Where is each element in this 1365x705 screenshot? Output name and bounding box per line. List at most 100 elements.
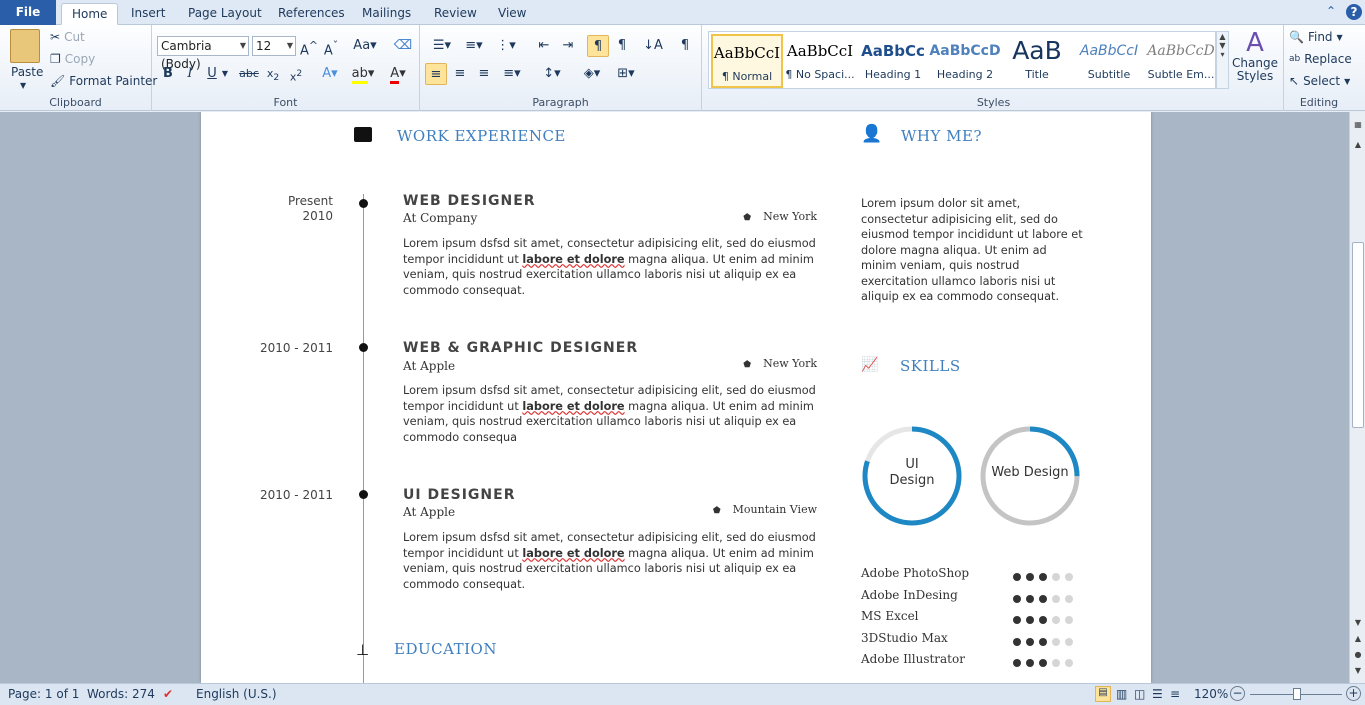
map-pin-icon: ⬟ (743, 213, 752, 223)
paste-button[interactable]: Paste (11, 65, 43, 79)
clear-formatting-button[interactable]: ⌫ (392, 35, 414, 57)
why-me-heading: WHY ME? (901, 127, 983, 145)
font-size-select[interactable]: 12 ▼ (252, 36, 296, 56)
italic-button[interactable]: I (182, 63, 198, 85)
scroll-thumb[interactable] (1352, 242, 1364, 428)
bold-button[interactable]: B (160, 63, 176, 85)
cut-button[interactable]: ✂ Cut (50, 30, 85, 44)
format-painter-button[interactable]: 🖌 Format Painter (50, 74, 157, 88)
underline-button[interactable]: U (204, 63, 220, 85)
style-subtle-emphasis[interactable]: AaBbCcD Subtle Em... (1145, 34, 1217, 88)
highlight-color-button[interactable]: ab▾ (349, 63, 377, 85)
skill-rating (1013, 637, 1073, 646)
rtl-direction-button[interactable]: ¶ (612, 35, 632, 57)
style-name: ¶ Normal (721, 70, 773, 83)
decrease-indent-button[interactable]: ⇤ (534, 35, 554, 57)
style-subtitle[interactable]: AaBbCcI Subtitle (1073, 34, 1145, 88)
show-formatting-button[interactable]: ¶ (675, 35, 695, 57)
shading-button[interactable]: ◈▾ (578, 63, 606, 85)
job-date-range: 2010 - 2011 (259, 488, 333, 502)
align-left-button[interactable]: ≡ (425, 63, 447, 85)
tab-home[interactable]: Home (61, 3, 119, 25)
change-case-button[interactable]: Aa▾ (352, 35, 378, 57)
strikethrough-button[interactable]: abc (238, 63, 260, 85)
help-icon[interactable]: ? (1346, 4, 1362, 20)
map-pin-icon: ⬟ (743, 360, 752, 370)
borders-button[interactable]: ⊞▾ (612, 63, 640, 85)
tab-mailings[interactable]: Mailings (352, 3, 421, 25)
outline-view-icon[interactable]: ☰ (1152, 687, 1163, 701)
ruler-toggle-icon[interactable]: ▦ (1350, 120, 1365, 129)
previous-page-icon[interactable]: ▲ (1350, 634, 1365, 643)
replace-button[interactable]: ab Replace (1289, 52, 1352, 66)
proofing-icon[interactable]: ✔ (163, 687, 173, 701)
brush-icon: 🖌 (50, 74, 66, 88)
draft-view-icon[interactable]: ≡ (1170, 687, 1180, 701)
tab-file[interactable]: File (0, 0, 56, 25)
style-preview: AaBbCc (861, 42, 925, 60)
education-heading: EDUCATION (394, 640, 497, 658)
status-bar: Page: 1 of 1 Words: 274 ✔ English (U.S.)… (0, 683, 1365, 705)
select-button[interactable]: ↖ Select ▼ (1289, 74, 1350, 88)
tab-view[interactable]: View (488, 3, 536, 25)
text-effects-button[interactable]: A▾ (318, 63, 342, 85)
align-right-button[interactable]: ≡ (474, 63, 494, 85)
vertical-scrollbar[interactable]: ▦ ▲ ▼ ▲ ● ▼ (1349, 112, 1365, 683)
style-heading-1[interactable]: AaBbCc Heading 1 (857, 34, 929, 88)
tab-review[interactable]: Review (424, 3, 487, 25)
document-page[interactable]: WORK EXPERIENCE 👤 WHY ME? Present 2010 W… (201, 112, 1151, 683)
font-family-select[interactable]: Cambria (Body) ▼ (157, 36, 249, 71)
shrink-font-button[interactable]: Aˇ (322, 35, 340, 58)
styles-gallery-scroll[interactable]: ▲ ▼ ▾ (1216, 31, 1229, 89)
style-heading-2[interactable]: AaBbCcD Heading 2 (929, 34, 1001, 88)
rating-dot-filled (1013, 594, 1021, 603)
paste-dropdown-icon[interactable]: ▼ (20, 81, 26, 90)
skill-rating (1013, 659, 1073, 667)
sort-button[interactable]: ↓A (642, 35, 664, 57)
tab-page-layout[interactable]: Page Layout (178, 3, 272, 25)
align-center-button[interactable]: ≡ (450, 63, 470, 85)
print-layout-view-icon[interactable]: ▤ (1095, 686, 1111, 702)
numbering-button[interactable]: ≡▾ (460, 35, 488, 57)
scroll-down-icon[interactable]: ▼ (1350, 618, 1365, 627)
tab-references[interactable]: References (268, 3, 355, 25)
timeline-dot (359, 490, 368, 499)
ltr-direction-button[interactable]: ¶ (587, 35, 609, 57)
increase-indent-button[interactable]: ⇥ (558, 35, 578, 57)
page-count[interactable]: Page: 1 of 1 (8, 687, 79, 701)
scroll-up-icon[interactable]: ▲ (1350, 140, 1365, 149)
style-normal[interactable]: AaBbCcI ¶ Normal (711, 34, 783, 88)
multilevel-list-button[interactable]: ⋮▾ (492, 35, 520, 57)
next-page-icon[interactable]: ▼ (1350, 666, 1365, 675)
bullets-button[interactable]: ☰▾ (428, 35, 456, 57)
word-count[interactable]: Words: 274 (87, 687, 155, 701)
paste-icon[interactable] (10, 29, 40, 63)
subscript-button[interactable]: x2 (264, 63, 282, 85)
document-area[interactable]: WORK EXPERIENCE 👤 WHY ME? Present 2010 W… (0, 112, 1349, 683)
style-title[interactable]: AaB Title (1001, 34, 1073, 88)
zoom-level[interactable]: 120% (1194, 687, 1228, 701)
zoom-slider-handle[interactable] (1293, 688, 1301, 700)
copy-button[interactable]: ❐ Copy (50, 52, 95, 66)
full-screen-reading-icon[interactable]: ▥ (1116, 687, 1127, 701)
browse-object-icon[interactable]: ● (1350, 650, 1365, 659)
find-button[interactable]: 🔍 Find ▼ (1289, 30, 1343, 44)
underline-dropdown-icon[interactable]: ▼ (220, 63, 230, 85)
minimize-ribbon-icon[interactable]: ⌃ (1326, 4, 1336, 18)
grow-font-button[interactable]: A^ (300, 35, 318, 58)
zoom-in-icon[interactable]: + (1346, 686, 1361, 701)
rating-dot-empty (1065, 573, 1073, 581)
rating-dot-empty (1052, 573, 1060, 581)
chevron-down-icon: ▼ (239, 41, 246, 50)
language-indicator[interactable]: English (U.S.) (196, 687, 277, 701)
style-no-spacing[interactable]: AaBbCcI ¶ No Spaci... (784, 34, 856, 88)
line-spacing-button[interactable]: ↕▾ (538, 63, 566, 85)
change-styles-button[interactable]: A Change Styles (1232, 29, 1278, 91)
scissors-icon: ✂ (50, 30, 61, 44)
superscript-button[interactable]: x2 (287, 63, 305, 85)
web-layout-icon[interactable]: ◫ (1134, 687, 1145, 701)
justify-button[interactable]: ≡▾ (498, 63, 526, 85)
zoom-out-icon[interactable]: − (1230, 686, 1245, 701)
font-color-button[interactable]: A▾ (385, 63, 411, 85)
tab-insert[interactable]: Insert (121, 3, 175, 25)
